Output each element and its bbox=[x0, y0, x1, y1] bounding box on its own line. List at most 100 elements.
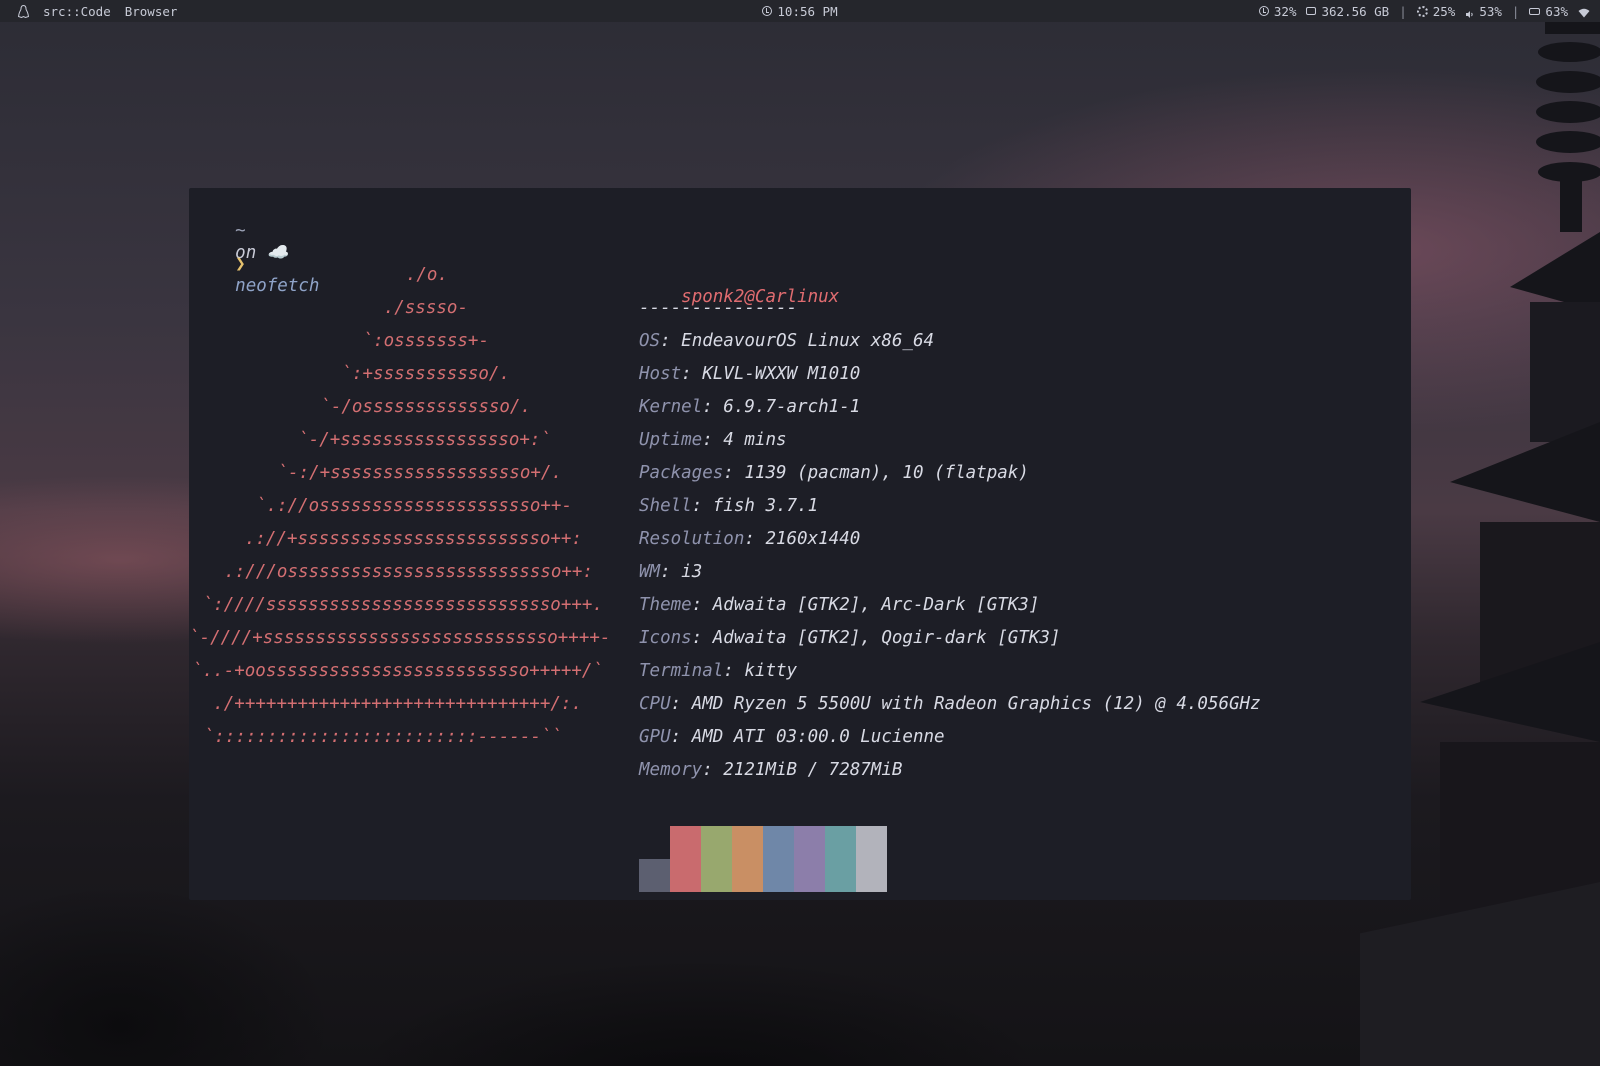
info-key: Icons bbox=[639, 628, 692, 648]
info-value: AMD ATI 03:00.0 Lucienne bbox=[691, 727, 945, 747]
disk-icon bbox=[1306, 7, 1317, 15]
info-row-icons: Icons: Adwaita [GTK2], Qogir-dark [GTK3] bbox=[639, 628, 1061, 648]
color-swatch bbox=[732, 826, 763, 859]
info-row-wm: WM: i3 bbox=[639, 562, 703, 582]
info-key: Theme bbox=[639, 595, 692, 615]
info-row-theme: Theme: Adwaita [GTK2], Arc-Dark [GTK3] bbox=[639, 595, 1040, 615]
brightness-indicator[interactable]: 25% bbox=[1416, 3, 1456, 19]
ascii-line: `:osssssss+- bbox=[362, 331, 489, 351]
info-row-gpu: GPU: AMD ATI 03:00.0 Lucienne bbox=[639, 727, 945, 747]
clock-icon bbox=[762, 6, 773, 16]
info-key: OS bbox=[639, 331, 661, 351]
color-swatch bbox=[639, 826, 670, 859]
volume-indicator[interactable]: 53% bbox=[1465, 4, 1502, 19]
clock-time: 10:56 PM bbox=[777, 3, 838, 19]
info-key: Uptime bbox=[639, 430, 703, 450]
disk-value: 362.56 GB bbox=[1321, 3, 1390, 19]
volume-value: 53% bbox=[1479, 3, 1502, 19]
volume-icon bbox=[1465, 7, 1474, 18]
color-swatch bbox=[701, 859, 732, 892]
color-swatch bbox=[794, 859, 825, 892]
info-key: Memory bbox=[639, 760, 703, 780]
ascii-line: ./o. bbox=[405, 265, 448, 285]
info-divider: --------------- bbox=[639, 298, 798, 318]
cpu-indicator: 32% bbox=[1258, 3, 1297, 19]
info-value: 2160x1440 bbox=[765, 529, 861, 549]
info-row-host: Host: KLVL-WXXW M1010 bbox=[639, 364, 861, 384]
info-row-os: OS: EndeavourOS Linux x86_64 bbox=[639, 331, 935, 351]
info-key: WM bbox=[639, 562, 661, 582]
info-value: kitty bbox=[744, 661, 798, 681]
info-value: i3 bbox=[681, 562, 703, 582]
brightness-value: 25% bbox=[1432, 3, 1456, 19]
disk-indicator: 362.56 GB bbox=[1306, 4, 1389, 19]
terminal-window[interactable]: ~ on ☁️ ❯ neofetch ./o. ./sssso- `:ossss… bbox=[189, 188, 1411, 900]
ascii-line: `.://osssssssssssssssssssso++- bbox=[255, 496, 572, 516]
info-value: KLVL-WXXW M1010 bbox=[702, 364, 861, 384]
color-swatch bbox=[856, 826, 887, 859]
color-swatch bbox=[763, 826, 794, 859]
ascii-line: `-////+ssssssssssssssssssssssssssso++++- bbox=[189, 628, 611, 648]
info-row-uptime: Uptime: 4 mins bbox=[639, 430, 787, 450]
battery-value: 63% bbox=[1545, 3, 1568, 19]
workspace-code[interactable]: src::Code bbox=[43, 4, 111, 19]
info-row-shell: Shell: fish 3.7.1 bbox=[639, 496, 819, 516]
color-swatch bbox=[670, 859, 701, 892]
info-value: 4 mins bbox=[723, 430, 787, 450]
info-value: Adwaita [GTK2], Arc-Dark [GTK3] bbox=[712, 595, 1040, 615]
color-palette bbox=[639, 826, 887, 893]
ascii-line: `-/+sssssssssssssssso+:` bbox=[298, 430, 551, 450]
info-key: Packages bbox=[639, 463, 724, 483]
ascii-line: `-:/+sssssssssssssssssso+/. bbox=[277, 463, 562, 483]
separator: | bbox=[1399, 3, 1407, 19]
info-value: 6.9.7-arch1-1 bbox=[723, 397, 861, 417]
info-value: 2121MiB / 7287MiB bbox=[723, 760, 903, 780]
info-value: Adwaita [GTK2], Qogir-dark [GTK3] bbox=[712, 628, 1061, 648]
color-swatch bbox=[856, 859, 887, 892]
ascii-line: ./sssso- bbox=[383, 298, 468, 318]
color-swatch bbox=[732, 859, 763, 892]
ascii-line: `:+sssssssssso/. bbox=[341, 364, 510, 384]
info-value: fish 3.7.1 bbox=[712, 496, 819, 516]
info-row-kernel: Kernel: 6.9.7-arch1-1 bbox=[639, 397, 861, 417]
info-value: AMD Ryzen 5 5500U with Radeon Graphics (… bbox=[691, 694, 1261, 714]
color-swatch bbox=[701, 826, 732, 859]
ascii-line: .:///ossssssssssssssssssssssssso++: bbox=[224, 562, 593, 582]
info-key: Resolution bbox=[639, 529, 745, 549]
info-key: Kernel bbox=[639, 397, 703, 417]
info-row-cpu: CPU: AMD Ryzen 5 5500U with Radeon Graph… bbox=[639, 694, 1261, 714]
color-swatch bbox=[825, 859, 856, 892]
ascii-line: `-/ossssssssssssso/. bbox=[320, 397, 531, 417]
info-key: Shell bbox=[639, 496, 692, 516]
ascii-line: `:////ssssssssssssssssssssssssssso+++. bbox=[202, 595, 603, 615]
info-key: Terminal bbox=[639, 661, 724, 681]
color-swatch bbox=[670, 826, 701, 859]
cpu-value: 32% bbox=[1273, 3, 1297, 19]
info-key: Host bbox=[639, 364, 682, 384]
ascii-line: `..-+oosssssssssssssssssssssssso+++++/` bbox=[192, 661, 603, 681]
info-value: EndeavourOS Linux x86_64 bbox=[681, 331, 935, 351]
ascii-line: .://+ssssssssssssssssssssssso++: bbox=[244, 529, 582, 549]
info-value: 1139 (pacman), 10 (flatpak) bbox=[744, 463, 1029, 483]
battery-icon bbox=[1529, 7, 1541, 15]
color-swatch bbox=[825, 826, 856, 859]
info-key: CPU bbox=[639, 694, 671, 714]
workspace-browser[interactable]: Browser bbox=[125, 4, 178, 19]
battery-indicator[interactable]: 63% bbox=[1529, 4, 1568, 19]
linux-icon[interactable] bbox=[17, 4, 30, 18]
info-row-resolution: Resolution: 2160x1440 bbox=[639, 529, 861, 549]
info-row-packages: Packages: 1139 (pacman), 10 (flatpak) bbox=[639, 463, 1029, 483]
color-swatch bbox=[794, 826, 825, 859]
cpu-icon bbox=[1258, 6, 1269, 16]
top-status-bar: src::Code Browser 10:56 PM 32% 362.56 GB… bbox=[0, 0, 1600, 22]
color-swatch bbox=[639, 859, 670, 892]
ascii-line: `:::::::::::::::::::::::::------`` bbox=[203, 727, 562, 747]
brightness-icon bbox=[1416, 5, 1428, 17]
info-key: GPU bbox=[639, 727, 671, 747]
info-row-terminal: Terminal: kitty bbox=[639, 661, 798, 681]
clock: 10:56 PM bbox=[762, 3, 838, 19]
color-swatch bbox=[763, 859, 794, 892]
info-row-memory: Memory: 2121MiB / 7287MiB bbox=[639, 760, 903, 780]
wifi-icon[interactable] bbox=[1578, 6, 1590, 18]
separator: | bbox=[1511, 3, 1520, 19]
